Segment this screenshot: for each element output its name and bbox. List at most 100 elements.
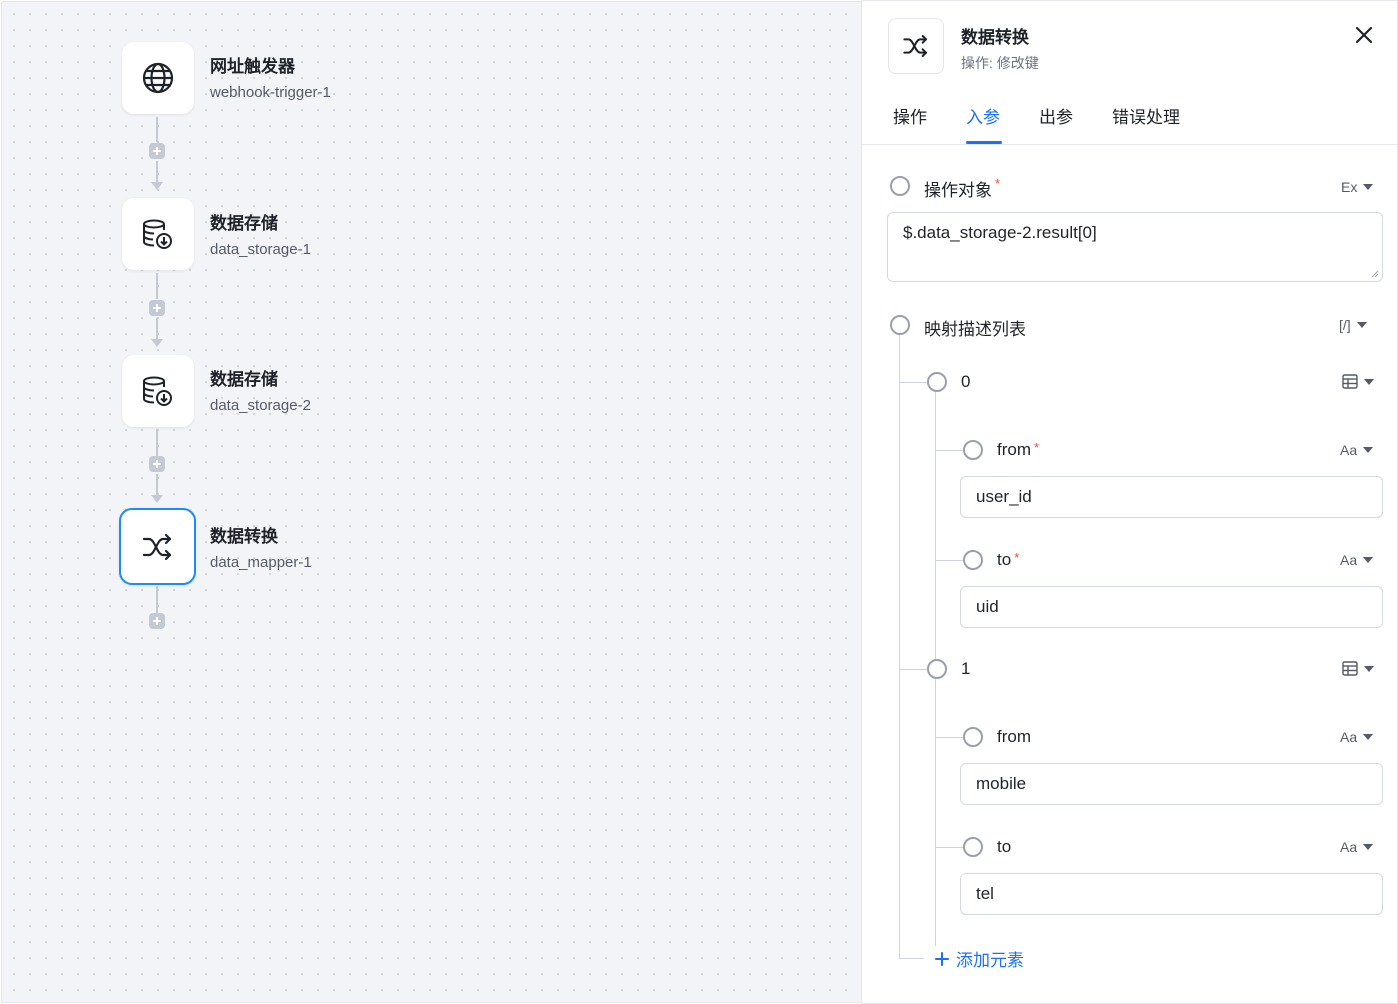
shuffle-icon — [142, 533, 171, 560]
mapping-item-index: 0 — [961, 372, 971, 391]
target-type-select[interactable]: Ex — [1341, 179, 1374, 195]
database-download-icon — [143, 219, 172, 249]
from-input[interactable]: mobile — [960, 763, 1383, 805]
caret-down-icon — [1356, 322, 1367, 328]
node-title: 数据存储 — [210, 214, 278, 233]
connector-line — [156, 474, 158, 496]
node-id: data_storage-1 — [210, 241, 311, 258]
resize-handle-icon[interactable] — [1369, 268, 1379, 278]
panel-title: 数据转换 — [961, 28, 1029, 47]
to-field-label: to — [997, 837, 1012, 856]
connector-line — [156, 586, 158, 613]
required-mark: * — [995, 176, 1001, 191]
type-label: Aa — [1340, 729, 1358, 745]
type-label: Aa — [1340, 442, 1358, 458]
panel-node-icon — [888, 18, 944, 74]
to-type-select[interactable]: Aa — [1340, 839, 1374, 855]
to-input[interactable]: uid — [960, 586, 1383, 628]
type-label: Aa — [1340, 552, 1358, 568]
to-input[interactable]: tel — [960, 873, 1383, 915]
field-toggle-circle[interactable] — [963, 550, 983, 570]
connector-line — [156, 273, 158, 299]
caret-down-icon — [1364, 378, 1374, 385]
database-download-icon — [143, 376, 172, 406]
caret-down-icon — [1364, 665, 1374, 672]
from-input[interactable]: user_id — [960, 476, 1383, 518]
tab-error-handling[interactable]: 错误处理 — [1112, 103, 1180, 128]
field-toggle-circle[interactable] — [927, 372, 947, 392]
from-label-text: from — [997, 440, 1031, 459]
flow-node-data-storage-2[interactable] — [122, 355, 194, 427]
node-id: data_storage-2 — [210, 397, 311, 414]
tree-connector — [935, 847, 963, 848]
tab-input-params[interactable]: 入参 — [966, 103, 1000, 128]
shuffle-icon — [903, 35, 927, 57]
to-label-text: to — [997, 550, 1012, 569]
node-title: 网址触发器 — [210, 57, 295, 76]
connector-arrow-icon — [151, 339, 163, 347]
caret-down-icon — [1363, 184, 1374, 190]
close-icon — [1355, 26, 1373, 44]
type-label: Ex — [1341, 179, 1358, 195]
add-node-button[interactable] — [149, 300, 165, 316]
from-type-select[interactable]: Aa — [1340, 442, 1374, 458]
mapping-type-select[interactable]: [/] — [1339, 317, 1367, 333]
node-title: 数据存储 — [210, 370, 278, 389]
node-id: data_mapper-1 — [210, 554, 312, 571]
connector-line — [156, 318, 158, 340]
node-title: 数据转换 — [210, 527, 278, 546]
field-toggle-circle[interactable] — [890, 315, 910, 335]
field-toggle-circle[interactable] — [963, 440, 983, 460]
tree-connector — [899, 382, 927, 383]
active-tab-indicator — [966, 141, 1002, 144]
table-icon — [1342, 374, 1358, 389]
flow-node-webhook-trigger[interactable] — [122, 42, 194, 114]
add-element-label: 添加元素 — [956, 951, 1024, 970]
close-panel-button[interactable] — [1352, 23, 1376, 47]
target-field-label: 操作对象 * — [924, 176, 1000, 201]
tree-connector — [935, 450, 963, 451]
target-expression-value: $.data_storage-2.result[0] — [903, 223, 1097, 242]
panel-subtitle: 操作: 修改键 — [961, 55, 1039, 71]
connector-line — [156, 117, 158, 142]
target-expression-input[interactable]: $.data_storage-2.result[0] — [887, 212, 1383, 282]
required-mark: * — [1034, 440, 1040, 455]
field-toggle-circle[interactable] — [963, 837, 983, 857]
add-element-button[interactable]: 添加元素 — [934, 946, 1024, 971]
add-node-button[interactable] — [149, 143, 165, 159]
flow-canvas[interactable]: 网址触发器 webhook-trigger-1 数据存储 data_storag… — [1, 1, 861, 1003]
caret-down-icon — [1363, 844, 1374, 850]
tree-connector — [935, 737, 963, 738]
item-type-select[interactable] — [1342, 661, 1374, 676]
flow-node-data-storage-1[interactable] — [122, 198, 194, 270]
panel-tabs: 操作 入参 出参 错误处理 — [862, 91, 1397, 145]
node-id: webhook-trigger-1 — [210, 84, 331, 101]
item-type-select[interactable] — [1342, 374, 1374, 389]
caret-down-icon — [1363, 557, 1374, 563]
add-node-button[interactable] — [149, 613, 165, 629]
tab-operation[interactable]: 操作 — [893, 103, 927, 128]
from-field-label: from — [997, 727, 1031, 746]
tree-connector — [899, 335, 900, 958]
type-label: Aa — [1340, 839, 1358, 855]
flow-node-data-mapper[interactable] — [119, 508, 196, 585]
field-toggle-circle[interactable] — [890, 176, 910, 196]
tree-connector — [899, 958, 924, 959]
to-field-label: to * — [997, 550, 1019, 570]
from-type-select[interactable]: Aa — [1340, 729, 1374, 745]
add-node-button[interactable] — [149, 456, 165, 472]
field-toggle-circle[interactable] — [927, 659, 947, 679]
caret-down-icon — [1363, 447, 1374, 453]
connector-arrow-icon — [151, 495, 163, 503]
from-field-label: from * — [997, 440, 1039, 460]
target-label-text: 操作对象 — [924, 181, 992, 200]
to-type-select[interactable]: Aa — [1340, 552, 1374, 568]
tree-connector — [899, 669, 927, 670]
table-icon — [1342, 661, 1358, 676]
field-toggle-circle[interactable] — [963, 727, 983, 747]
tab-output-params[interactable]: 出参 — [1039, 103, 1073, 128]
caret-down-icon — [1363, 734, 1374, 740]
mapping-list-label: 映射描述列表 — [924, 320, 1026, 339]
type-label: [/] — [1339, 317, 1351, 333]
connector-line — [156, 429, 158, 456]
